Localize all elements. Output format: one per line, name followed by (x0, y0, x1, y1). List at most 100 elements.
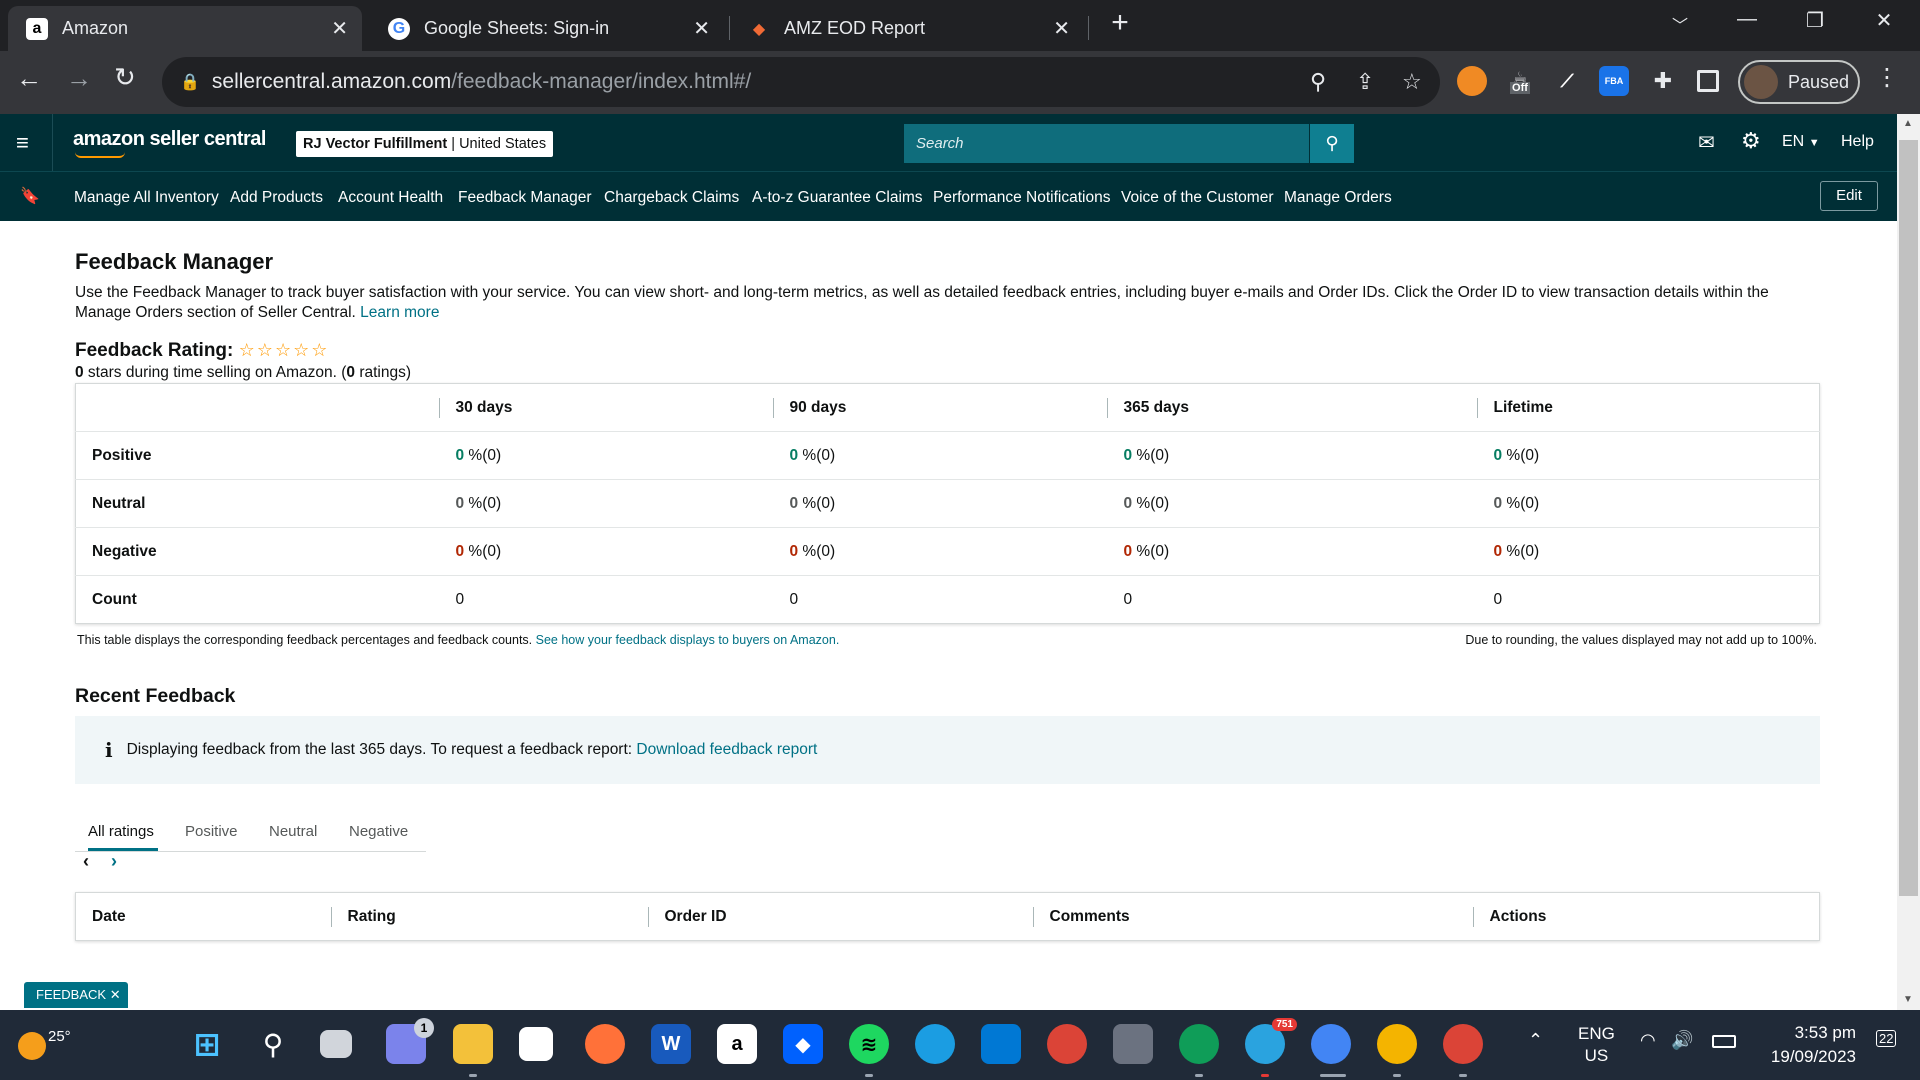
nav-a-to-z-claims[interactable]: A-to-z Guarantee Claims (752, 189, 923, 207)
calculator-icon[interactable] (1113, 1024, 1153, 1064)
back-icon[interactable]: ← (16, 63, 42, 94)
chevron-left-icon[interactable]: ‹ (83, 851, 89, 872)
spotify-icon[interactable]: ≋ (849, 1024, 889, 1064)
account-switcher[interactable]: RJ Vector Fulfillment | United States (296, 131, 554, 157)
tab-all-ratings[interactable]: All ratings (88, 823, 154, 840)
nav-performance-notifications[interactable]: Performance Notifications (933, 189, 1110, 207)
tab-google-sheets[interactable]: G Google Sheets: Sign-in ✕ (370, 6, 724, 51)
weather-sun-icon (18, 1032, 46, 1060)
rating-filter-tabs: All ratings Positive Neutral Negative (75, 806, 426, 852)
tab-positive[interactable]: Positive (185, 823, 238, 840)
minimize-icon[interactable]: — (1727, 8, 1767, 31)
browser-tab-strip: a Amazon ✕ G Google Sheets: Sign-in ✕ ◆ … (0, 0, 1920, 51)
new-tab-icon[interactable]: + (1100, 6, 1140, 40)
restore-icon[interactable]: ❐ (1795, 8, 1835, 33)
telegram-icon[interactable]: 751 (1245, 1018, 1297, 1064)
amazon-favicon-icon: a (26, 17, 48, 40)
feedback-display-link[interactable]: See how your feedback displays to buyers… (536, 633, 840, 647)
nav-account-health[interactable]: Account Health (338, 189, 443, 207)
chevron-right-icon[interactable]: › (111, 851, 117, 872)
dropbox-icon[interactable]: ◆ (783, 1024, 823, 1064)
tab-negative[interactable]: Negative (349, 823, 408, 840)
zoom-icon[interactable]: ⚲ (1310, 69, 1326, 95)
clock[interactable]: 3:53 pm 19/09/2023 (1760, 1021, 1856, 1069)
microsoft-store-icon[interactable] (519, 1027, 553, 1061)
tab-amazon[interactable]: a Amazon ✕ (8, 6, 362, 51)
hamburger-menu-icon[interactable]: ≡ (16, 130, 29, 156)
search-icon: ⚲ (1325, 133, 1339, 153)
language-selector[interactable]: EN ▼ (1782, 133, 1820, 151)
notification-icon[interactable]: 22 (1876, 1030, 1897, 1047)
extension-orange-icon[interactable] (1457, 66, 1487, 96)
wifi-icon[interactable]: ◠ (1640, 1030, 1656, 1051)
chrome-profile-2-icon[interactable] (1377, 1024, 1417, 1064)
settings-gear-icon[interactable]: ⚙ (1741, 128, 1761, 154)
chrome-active-icon[interactable] (1311, 1024, 1351, 1064)
nav-manage-all-inventory[interactable]: Manage All Inventory (74, 189, 219, 207)
nav-chargeback-claims[interactable]: Chargeback Claims (604, 189, 739, 207)
browser-menu-icon[interactable]: ⋮ (1875, 63, 1899, 92)
nav-feedback-manager[interactable]: Feedback Manager (458, 189, 592, 207)
chrome-profile-icon[interactable] (1047, 1024, 1087, 1064)
battery-icon[interactable] (1712, 1035, 1736, 1048)
rating-summary: 0 stars during time selling on Amazon. (… (75, 364, 412, 381)
tab-neutral[interactable]: Neutral (269, 823, 317, 840)
weather-widget[interactable]: 25° (16, 1020, 96, 1068)
chrome-icon[interactable] (1179, 1024, 1219, 1064)
table-note: This table displays the corresponding fe… (77, 633, 840, 647)
close-tab-icon[interactable]: ✕ (1053, 16, 1070, 41)
url-host: sellercentral.amazon.com (211, 70, 452, 93)
mail-icon[interactable]: ✉ (1698, 130, 1715, 155)
extension-fba-icon[interactable]: FBA (1599, 66, 1629, 96)
bookmark-star-icon[interactable]: ☆ (1402, 69, 1422, 95)
extension-off-icon[interactable]: ☕ Off (1505, 66, 1535, 96)
close-tab-icon[interactable]: ✕ (331, 16, 348, 41)
download-feedback-report-link[interactable]: Download feedback report (636, 741, 817, 759)
learn-more-link[interactable]: Learn more (360, 304, 439, 321)
seller-central-logo[interactable]: amazon seller central (73, 128, 266, 158)
nav-add-products[interactable]: Add Products (230, 189, 323, 207)
teams-chat-icon[interactable]: 1 (386, 1018, 434, 1064)
share-icon[interactable]: ⇪ (1356, 69, 1374, 95)
edge-icon[interactable] (915, 1024, 955, 1064)
address-bar[interactable]: 🔒 sellercentral.amazon.com/feedback-mana… (162, 57, 1440, 107)
star-icon: ☆ (274, 340, 294, 360)
firefox-icon[interactable] (585, 1024, 625, 1064)
remote-desktop-icon[interactable] (981, 1024, 1021, 1064)
bookmark-icon[interactable]: 🔖 (20, 186, 40, 206)
help-link[interactable]: Help (1841, 133, 1874, 151)
search-button[interactable]: ⚲ (1310, 124, 1354, 163)
star-icon: ☆ (256, 340, 275, 360)
search-input[interactable]: Search (904, 124, 1309, 163)
chrome-profile-3-icon[interactable] (1443, 1024, 1483, 1064)
task-view-icon[interactable] (320, 1030, 352, 1058)
show-hidden-icons[interactable]: ⌃ (1528, 1030, 1543, 1051)
extensions-puzzle-icon[interactable]: ✚ (1648, 66, 1678, 96)
page-scrollbar[interactable]: ▲ ▼ (1897, 114, 1920, 1010)
start-windows-icon[interactable]: ⊞ (187, 1024, 227, 1064)
input-language[interactable]: ENG US (1578, 1023, 1615, 1067)
taskbar-search-icon[interactable]: ⚲ (253, 1024, 293, 1064)
browser-toolbar: ← → ↻ 🔒 sellercentral.amazon.com/feedbac… (0, 51, 1920, 114)
amazon-app-icon[interactable]: a (717, 1024, 757, 1064)
volume-icon[interactable]: 🔊 (1671, 1030, 1693, 1051)
file-explorer-icon[interactable] (453, 1024, 493, 1064)
close-tab-icon[interactable]: ✕ (693, 16, 710, 41)
word-icon[interactable]: W (651, 1024, 691, 1064)
scroll-thumb[interactable] (1899, 140, 1918, 896)
reload-icon[interactable]: ↻ (114, 62, 136, 93)
recent-feedback-table: Date Rating Order ID Comments Actions (75, 892, 1820, 941)
google-favicon-icon: G (388, 17, 410, 40)
nav-voice-of-customer[interactable]: Voice of the Customer (1121, 189, 1274, 207)
nav-manage-orders[interactable]: Manage Orders (1284, 189, 1392, 207)
profile-button[interactable]: Paused (1738, 60, 1860, 104)
side-panel-icon[interactable] (1697, 70, 1719, 92)
tab-amz-eod-report[interactable]: ◆ AMZ EOD Report ✕ (730, 6, 1084, 51)
tab-search-icon[interactable]: ﹀ (1660, 12, 1700, 36)
edit-bookmarks-button[interactable]: Edit (1820, 181, 1878, 211)
forward-icon[interactable]: → (66, 63, 92, 94)
feedback-badge[interactable]: FEEDBACK ✕ (24, 982, 128, 1008)
extension-slash-icon[interactable]: ⟋ (1552, 66, 1582, 96)
close-window-icon[interactable]: ✕ (1864, 8, 1904, 33)
table-row: Neutral 0 %(0) 0 %(0) 0 %(0) 0 %(0) (75, 480, 1820, 528)
